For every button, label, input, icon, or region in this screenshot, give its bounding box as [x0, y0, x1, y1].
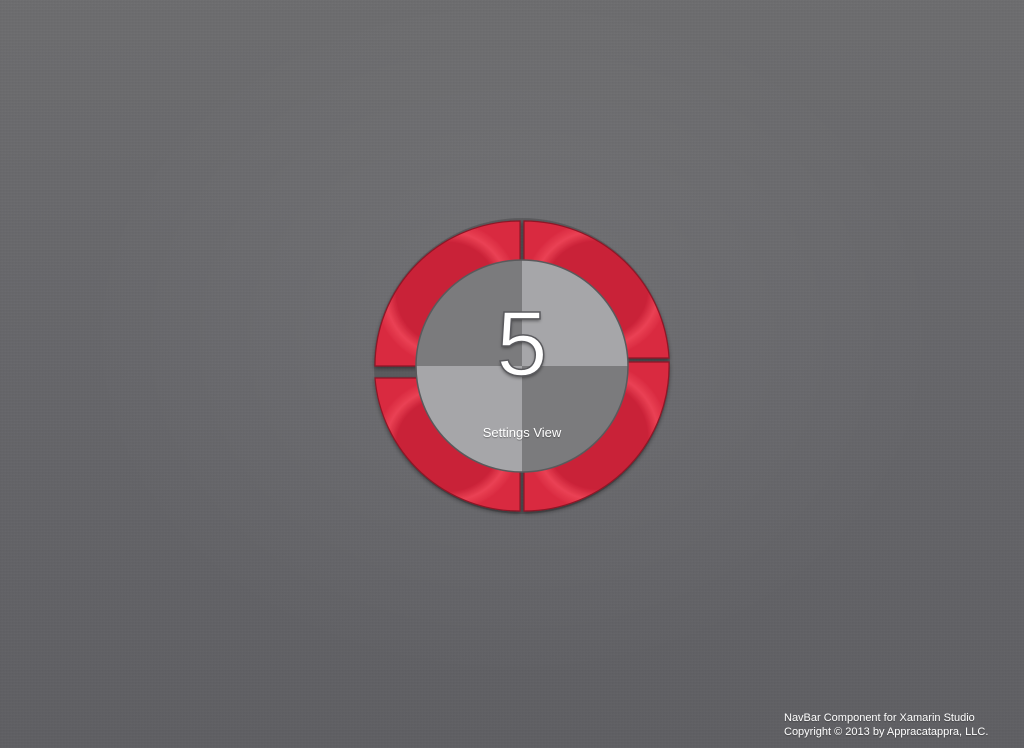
center-quadrants — [415, 259, 629, 473]
navbar-ring: 5 Settings View — [372, 218, 672, 514]
navbar-graphic — [374, 218, 670, 514]
footer-line-copyright: Copyright © 2013 by Appracatappra, LLC. — [784, 726, 989, 738]
footer-line-product: NavBar Component for Xamarin Studio — [784, 712, 975, 724]
footer-credits: NavBar Component for Xamarin Studio Copy… — [784, 711, 1020, 739]
